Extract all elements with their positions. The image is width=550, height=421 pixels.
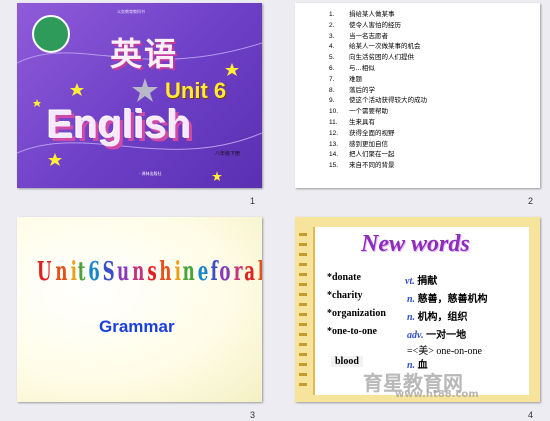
unit-title: Unit 6 Sunshine for all bbox=[37, 257, 262, 287]
list-item: 15. 来自不同的背景 bbox=[329, 161, 395, 170]
list-item: 2. 使令人害怕的经历 bbox=[329, 20, 401, 29]
slide-number-4: 4 bbox=[528, 410, 534, 420]
list-item: 12. 获得全面的视野 bbox=[329, 128, 395, 137]
slide-number-3: 3 bbox=[250, 410, 256, 420]
vocab-meaning: vt. 捐献 bbox=[405, 276, 438, 287]
publisher-label: · 译林出版社 bbox=[139, 171, 162, 176]
phrase-list: 1. 捐给某人做某事 2. 使令人害怕的经历 3. 当一名志愿者 4. 给某人一次做某事… bbox=[329, 8, 427, 170]
list-item: 8. 落后的学 bbox=[329, 85, 375, 94]
list-item: 9. 使这个活动获得较大的成功 bbox=[329, 96, 427, 105]
blood-word: blood bbox=[331, 356, 363, 367]
slide-2-thumbnail[interactable]: 1. 捐给某人做某事 2. 使令人害怕的经历 3. 当一名志愿者 4. 给某人一次做某事… bbox=[295, 3, 540, 188]
new-words-heading: New words bbox=[361, 231, 470, 257]
grade-label: 八年级下册 bbox=[215, 151, 241, 157]
vocab-meaning: adv. 一对一地 bbox=[407, 330, 467, 341]
vocab-row: *organization bbox=[327, 308, 386, 319]
notebook-rings-icon bbox=[299, 233, 307, 393]
vocab-row: *donate bbox=[327, 272, 361, 283]
list-item: 14. 把人们聚在一起 bbox=[329, 150, 395, 159]
slide-number-2: 2 bbox=[528, 196, 534, 206]
watermark-url: www.ht88.com bbox=[395, 389, 479, 400]
title-chinese: 英语 bbox=[110, 35, 179, 73]
slide-1-thumbnail[interactable]: 义务教育教科书 英语 Unit 6 English 八年级下册 · 译林出版社 bbox=[17, 3, 262, 188]
list-item: 7. 难题 bbox=[329, 74, 362, 83]
slide-number-1: 1 bbox=[250, 196, 256, 206]
list-item: 4. 给某人一次做某事的机会 bbox=[329, 42, 421, 51]
slide-3-thumbnail[interactable]: Unit 6 Sunshine for all Grammar bbox=[17, 217, 262, 402]
english-title: English bbox=[47, 103, 192, 147]
vocab-meaning: n. 机构，组织 bbox=[407, 312, 468, 323]
list-item: 13. 感到更加自信 bbox=[329, 139, 388, 148]
unit-label: Unit 6 bbox=[165, 78, 227, 103]
list-item: 3. 当一名志愿者 bbox=[329, 31, 388, 40]
list-item: 11. 生来具有 bbox=[329, 117, 375, 126]
series-label: 义务教育教科书 bbox=[117, 9, 145, 14]
grammar-subtitle: Grammar bbox=[99, 317, 175, 336]
list-item: 6. 与...相似 bbox=[329, 63, 375, 72]
unit-title-text: Unit 6 Sunshine for all bbox=[37, 257, 262, 287]
vocab-row: *charity bbox=[327, 290, 363, 301]
slide-4-thumbnail[interactable]: New words *donate vt. 捐献 *charity n. 慈善，… bbox=[295, 217, 540, 402]
list-item: 10. 一个需要帮助 bbox=[329, 107, 388, 116]
list-item: 5. 向生活贫困的人们提供 bbox=[329, 53, 414, 62]
list-item: 1. 捐给某人做某事 bbox=[329, 10, 395, 18]
us-variant-note: =<美> one-on-one bbox=[407, 346, 482, 357]
vocab-meaning: n. 慈善，慈善机构 bbox=[407, 294, 488, 305]
vocab-row: *one-to-one bbox=[327, 326, 377, 337]
